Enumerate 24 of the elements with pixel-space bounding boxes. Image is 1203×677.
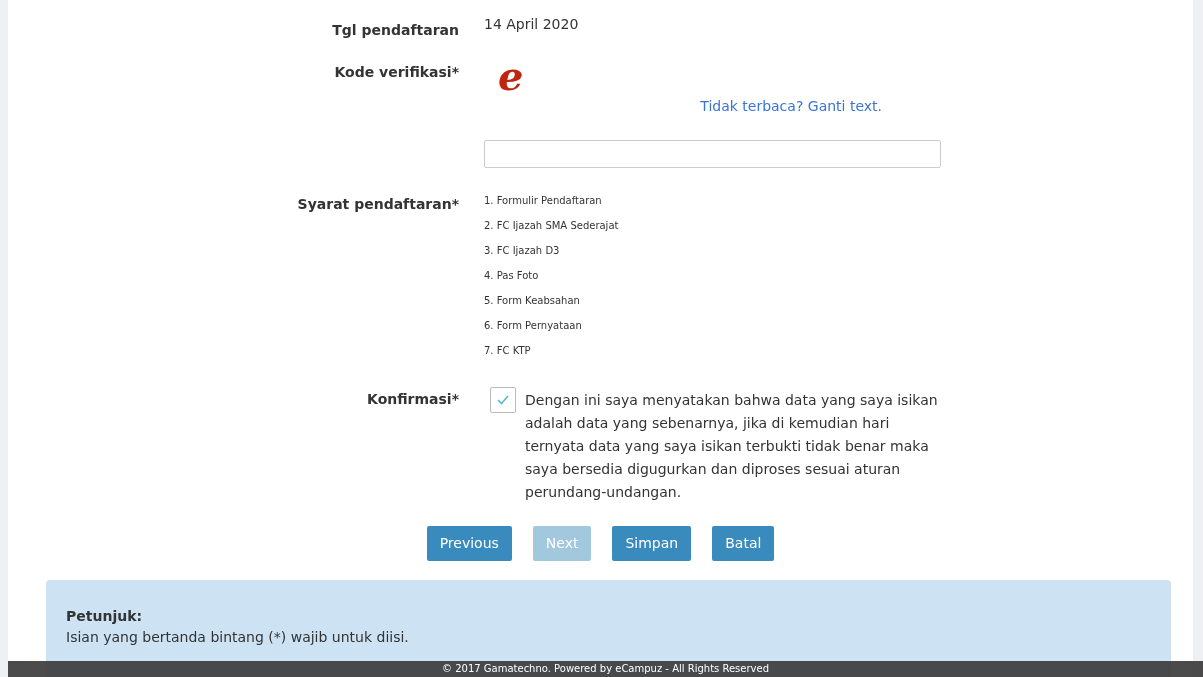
requirement-item: 3. FC Ijazah D3 xyxy=(484,244,561,258)
requirement-item: 5. Form Keabsahan xyxy=(484,294,581,308)
checkbox[interactable] xyxy=(490,387,516,413)
field-label: Syarat pendaftaran* xyxy=(296,195,459,214)
confirmation-text: Dengan ini saya menyatakan bahwa data yang saya isikan adalah data yang sebenarnya, jika di kemudian hari ternyata data yang saya isikan terbukti tidak benar maka saya bersedia digugurkan dan diproses sesuai aturan perundang-undangan. xyxy=(525,391,939,502)
footer-text: © 2017 Gamatechno. Powered by eCampuz - All Rights Reserved xyxy=(8,661,1203,677)
refresh-captcha-link[interactable]: Tidak terbaca? Ganti text. xyxy=(484,96,944,117)
requirement-item: 1. Formulir Pendaftaran xyxy=(484,194,603,208)
check-icon xyxy=(497,395,509,405)
field-label: Tgl pendaftaran xyxy=(331,21,459,40)
captcha-image: e xyxy=(497,56,525,96)
field-value: 14 April 2020 xyxy=(484,15,579,34)
field-label: Kode verifikasi* xyxy=(333,63,459,82)
requirement-item: 7. FC KTP xyxy=(484,344,532,358)
requirement-item: 6. Form Pernyataan xyxy=(484,319,583,333)
captcha-input[interactable] xyxy=(484,140,941,168)
requirement-item: 4. Pas Foto xyxy=(484,269,540,283)
form-button[interactable]: Batal xyxy=(712,526,775,561)
field-label: Konfirmasi* xyxy=(366,390,459,409)
hint-text: Isian yang bertanda bintang (*) wajib untuk diisi. xyxy=(66,628,410,647)
form-button[interactable]: Previous xyxy=(426,526,512,561)
hint-title: Petunjuk: xyxy=(66,607,144,626)
form-button[interactable]: Simpan xyxy=(612,526,692,561)
requirement-item: 2. FC Ijazah SMA Sederajat xyxy=(484,219,620,233)
